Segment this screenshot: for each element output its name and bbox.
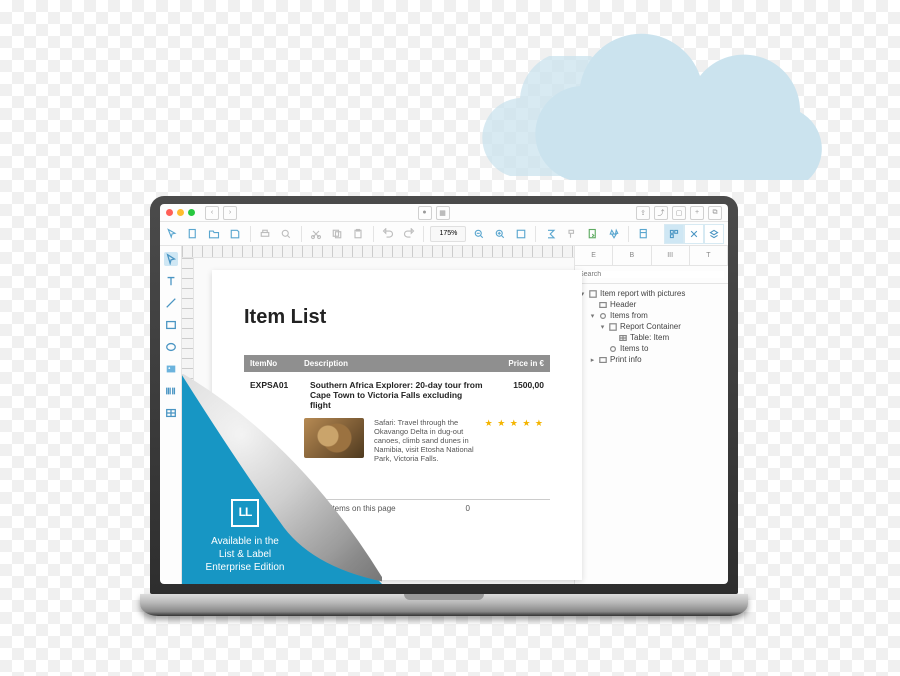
structure-panel: E B III T ▾Item report with pictures Hea… [574, 246, 728, 584]
col-price: Price in € [490, 359, 544, 368]
text-tool[interactable] [164, 274, 178, 288]
image-tool[interactable] [164, 362, 178, 376]
rating-stars: ★ ★ ★ ★ ★ [485, 418, 544, 463]
share-icon[interactable]: ⇪ [636, 206, 650, 220]
app-window: ‹ › ● ▦ ⇪ ⤴ ▢ + ⧉ [160, 204, 728, 584]
nav-fwd-icon[interactable]: › [223, 206, 237, 220]
preview-tool[interactable] [278, 225, 295, 243]
table-tool[interactable] [164, 406, 178, 420]
minimize-window-button[interactable] [177, 209, 184, 216]
table-header: ItemNo Description Price in € [244, 355, 550, 372]
zoom-input[interactable] [430, 226, 466, 242]
zoom-in-tool[interactable] [491, 225, 508, 243]
tree-items-from[interactable]: Items from [610, 311, 648, 320]
promo-logo: LL [231, 499, 259, 527]
print-tool[interactable] [257, 225, 274, 243]
panel-tab-1[interactable]: B [613, 246, 651, 265]
col-itemno: ItemNo [250, 359, 304, 368]
tree-report-container[interactable]: Report Container [620, 322, 681, 331]
panel-tab-0[interactable]: E [575, 246, 613, 265]
cell-price: 1500,00 [490, 380, 544, 410]
zoom-out-tool[interactable] [470, 225, 487, 243]
design-canvas[interactable]: Item List ItemNo Description Price in € … [182, 246, 574, 584]
col-description: Description [304, 359, 490, 368]
close-window-button[interactable] [166, 209, 173, 216]
laptop-base [140, 594, 748, 616]
report-title: Item List [244, 306, 550, 329]
new-doc-tool[interactable] [185, 225, 202, 243]
layers-tab[interactable] [704, 224, 724, 244]
right-tab-group [664, 224, 724, 244]
rect-tool[interactable] [164, 318, 178, 332]
objects-tab[interactable] [664, 224, 684, 244]
export-tool[interactable] [584, 225, 601, 243]
tree-search-input[interactable] [579, 271, 724, 278]
left-tool-rail [160, 246, 182, 584]
barcode-tool[interactable] [164, 384, 178, 398]
page-layout-tool[interactable] [635, 225, 652, 243]
laptop-frame: ‹ › ● ▦ ⇪ ⤴ ▢ + ⧉ [140, 196, 748, 616]
object-tree[interactable]: ▾Item report with pictures Header ▾Items… [575, 284, 728, 369]
format-painter-tool[interactable] [563, 225, 580, 243]
open-tool[interactable] [206, 225, 223, 243]
titlebar-record-icon[interactable]: ● [418, 206, 432, 220]
redo-tool[interactable] [401, 225, 418, 243]
footer-total: 0 [466, 504, 470, 513]
window-split-icon[interactable]: ▢ [672, 206, 686, 220]
pointer-tool[interactable] [164, 252, 178, 266]
sigma-tool[interactable] [542, 225, 559, 243]
main-toolbar [160, 222, 728, 246]
promo-line2: List & Label [190, 548, 300, 561]
panel-tab-row: E B III T [575, 246, 728, 266]
ruler-horizontal [182, 246, 574, 258]
paste-tool[interactable] [350, 225, 367, 243]
item-detail-text: Safari: Travel through the Okavango Delt… [374, 418, 475, 463]
window-titlebar: ‹ › ● ▦ ⇪ ⤴ ▢ + ⧉ [160, 204, 728, 222]
tree-table-item[interactable]: Table: Item [630, 333, 669, 342]
plus-icon[interactable]: + [690, 206, 704, 220]
ellipse-tool[interactable] [164, 340, 178, 354]
tools-tab[interactable] [684, 224, 704, 244]
recycle-tool[interactable] [605, 225, 622, 243]
maximize-window-button[interactable] [188, 209, 195, 216]
promo-corner: LL Available in the List & Label Enterpr… [182, 374, 382, 584]
panel-tab-2[interactable]: III [652, 246, 690, 265]
cloud-decoration [520, 30, 860, 220]
promo-line3: Enterprise Edition [190, 561, 300, 574]
save-tool[interactable] [227, 225, 244, 243]
tree-items-to[interactable]: Items to [620, 344, 648, 353]
panel-tab-3[interactable]: T [690, 246, 728, 265]
nav-back-icon[interactable]: ‹ [205, 206, 219, 220]
copy-tool[interactable] [329, 225, 346, 243]
tree-header[interactable]: Header [610, 300, 636, 309]
titlebar-grid-icon[interactable]: ▦ [436, 206, 450, 220]
copy-icon[interactable]: ⧉ [708, 206, 722, 220]
zoom-fit-tool[interactable] [512, 225, 529, 243]
tree-print-info[interactable]: Print info [610, 355, 642, 364]
cut-tool[interactable] [308, 225, 325, 243]
promo-line1: Available in the [190, 535, 300, 548]
ext-up-icon[interactable]: ⤴ [654, 206, 668, 220]
undo-tool[interactable] [380, 225, 397, 243]
tree-root[interactable]: Item report with pictures [600, 289, 685, 298]
line-tool[interactable] [164, 296, 178, 310]
cursor-tool[interactable] [164, 225, 181, 243]
